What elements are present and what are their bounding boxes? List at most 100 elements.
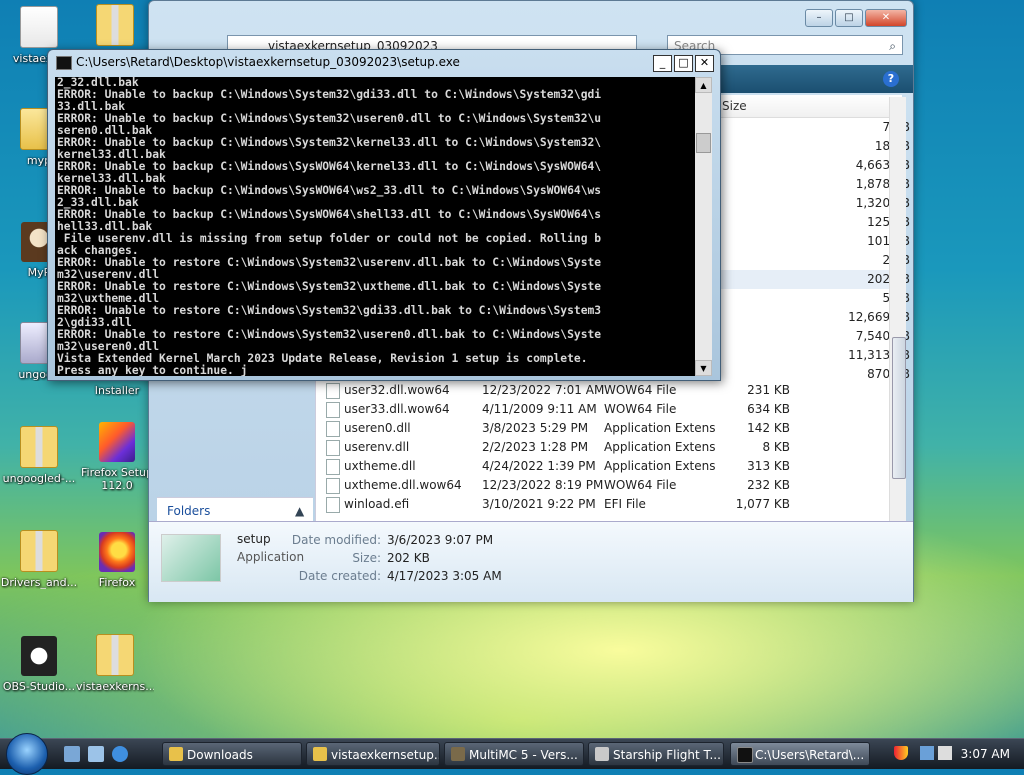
security-shield-icon[interactable] bbox=[894, 746, 908, 760]
details-modified-value: 3/6/2023 9:07 PM bbox=[387, 533, 494, 547]
console-icon bbox=[737, 747, 753, 763]
file-date: 3/10/2021 9:22 PM bbox=[482, 497, 596, 511]
file-icon bbox=[326, 383, 340, 399]
zip-folder-icon bbox=[96, 4, 134, 46]
firefox-setup-icon bbox=[99, 422, 135, 462]
file-name: user32.dll.wow64 bbox=[344, 383, 450, 397]
console-close-button[interactable]: ✕ bbox=[695, 55, 714, 72]
taskbar-item-multimc[interactable]: MultiMC 5 - Vers... bbox=[444, 742, 584, 766]
console-scrollbar[interactable]: ▲ ▼ bbox=[695, 77, 712, 376]
taskbar: Downloads vistaexkernsetup... MultiMC 5 … bbox=[0, 733, 1024, 775]
scroll-up-icon[interactable]: ▲ bbox=[695, 77, 712, 93]
table-row[interactable]: userenv.dll 2/2/2023 1:28 PM Application E… bbox=[316, 438, 902, 457]
show-desktop-icon[interactable] bbox=[64, 746, 80, 762]
details-size-label: Size: bbox=[352, 551, 381, 565]
zip-folder-icon bbox=[96, 634, 134, 676]
file-name: userenv.dll bbox=[344, 440, 410, 454]
file-date: 12/23/2022 8:19 PM bbox=[482, 478, 604, 492]
file-date: 12/23/2022 7:01 AM bbox=[482, 383, 605, 397]
close-button[interactable]: ✕ bbox=[865, 9, 907, 27]
zip-folder-icon bbox=[20, 426, 58, 468]
file-size: 231 KB bbox=[747, 383, 790, 397]
console-output[interactable]: 2_32.dll.bak ERROR: Unable to backup C:\… bbox=[55, 77, 695, 376]
file-type: EFI File bbox=[604, 497, 646, 511]
file-type: Application Extens... bbox=[604, 440, 716, 454]
column-size[interactable]: Size bbox=[722, 99, 747, 113]
maximize-button[interactable]: □ bbox=[835, 9, 863, 27]
console-text: 2_32.dll.bak ERROR: Unable to backup C:\… bbox=[55, 77, 695, 376]
file-size: 142 KB bbox=[747, 421, 790, 435]
desktop-icon-vistaexkerns[interactable]: vistaexkerns... bbox=[76, 634, 154, 693]
table-row[interactable]: winload.efi 3/10/2021 9:22 PM EFI File 1,07… bbox=[316, 495, 902, 514]
console-scrollbar-thumb[interactable] bbox=[696, 133, 711, 153]
desktop-icon-firefox-setup[interactable]: Firefox Setup 112.0 bbox=[78, 422, 156, 492]
desktop-icon-firefox[interactable]: Firefox bbox=[78, 532, 156, 589]
file-size: 232 KB bbox=[747, 478, 790, 492]
file-list-scrollbar[interactable] bbox=[889, 97, 906, 521]
details-created-value: 4/17/2023 3:05 AM bbox=[387, 569, 502, 583]
desktop-icon-ungoogled[interactable]: ungoogled-... bbox=[0, 426, 78, 485]
switch-windows-icon[interactable] bbox=[88, 746, 104, 762]
file-thumbnail bbox=[161, 534, 221, 582]
folders-toggle[interactable]: Folders ▲ bbox=[157, 497, 313, 522]
network-icon[interactable] bbox=[920, 746, 934, 760]
multimc-icon bbox=[451, 747, 465, 761]
file-icon bbox=[20, 6, 58, 48]
minimize-button[interactable]: – bbox=[805, 9, 833, 27]
table-row[interactable]: useren0.dll 3/8/2023 5:29 PM Application E… bbox=[316, 419, 902, 438]
browser-icon bbox=[595, 747, 609, 761]
console-window-buttons: _ □ ✕ bbox=[653, 55, 714, 72]
details-created-label: Date created: bbox=[298, 569, 381, 583]
console-minimize-button[interactable]: _ bbox=[653, 55, 672, 72]
explorer-window-buttons: – □ ✕ bbox=[805, 9, 907, 27]
console-maximize-button[interactable]: □ bbox=[674, 55, 693, 72]
table-row[interactable]: uxtheme.dll 4/24/2022 1:39 PM Application … bbox=[316, 457, 902, 476]
file-type: WOW64 File bbox=[604, 478, 677, 492]
file-type: Application Extens... bbox=[604, 421, 716, 435]
file-size: 8 KB bbox=[762, 440, 790, 454]
scroll-down-icon[interactable]: ▼ bbox=[695, 360, 712, 376]
file-name: useren0.dll bbox=[344, 421, 411, 435]
console-icon bbox=[56, 56, 72, 70]
chevron-up-icon: ▲ bbox=[295, 504, 305, 518]
file-icon bbox=[326, 459, 340, 475]
console-window[interactable]: C:\Users\Retard\Desktop\vistaexkernsetup… bbox=[47, 49, 721, 381]
table-row[interactable]: user32.dll.wow64 12/23/2022 7:01 AM WOW64 … bbox=[316, 381, 902, 400]
firefox-icon bbox=[99, 532, 135, 572]
file-size: 313 KB bbox=[747, 459, 790, 473]
console-line: Press any key to continue. j bbox=[57, 364, 248, 377]
file-name: user33.dll.wow64 bbox=[344, 402, 450, 416]
console-title: C:\Users\Retard\Desktop\vistaexkernsetup… bbox=[76, 55, 460, 69]
desktop-icon-drivers[interactable]: Drivers_and... bbox=[0, 530, 78, 589]
desktop-icon-zip[interactable] bbox=[76, 4, 154, 50]
file-icon bbox=[326, 440, 340, 456]
table-row[interactable]: uxtheme.dll.wow64 12/23/2022 8:19 PM WOW64… bbox=[316, 476, 902, 495]
internet-explorer-icon[interactable] bbox=[112, 746, 128, 762]
help-icon[interactable]: ? bbox=[883, 71, 899, 87]
folder-icon bbox=[169, 747, 183, 761]
system-tray: 3:07 AM bbox=[880, 739, 1024, 769]
file-size: 634 KB bbox=[747, 402, 790, 416]
taskbar-item-starship[interactable]: Starship Flight T... bbox=[588, 742, 724, 766]
file-name: uxtheme.dll bbox=[344, 459, 416, 473]
file-icon bbox=[326, 402, 340, 418]
taskbar-item-downloads[interactable]: Downloads bbox=[162, 742, 302, 766]
clock[interactable]: 3:07 AM bbox=[961, 747, 1010, 761]
volume-muted-icon[interactable] bbox=[938, 746, 952, 760]
console-line: ERROR: Unable to restore C:\Windows\Syst… bbox=[57, 304, 602, 317]
file-type: Application Extens... bbox=[604, 459, 716, 473]
file-icon bbox=[326, 421, 340, 437]
file-icon bbox=[326, 497, 340, 513]
desktop-icon-obs[interactable]: OBS-Studio... bbox=[0, 636, 78, 693]
taskbar-item-vistaexkernsetup[interactable]: vistaexkernsetup... bbox=[306, 742, 440, 766]
table-row[interactable]: user33.dll.wow64 4/11/2009 9:11 AM WOW64 F… bbox=[316, 400, 902, 419]
start-button[interactable] bbox=[6, 733, 48, 775]
scrollbar-thumb[interactable] bbox=[892, 337, 906, 479]
folders-label: Folders bbox=[167, 504, 211, 518]
file-date: 3/8/2023 5:29 PM bbox=[482, 421, 589, 435]
file-icon bbox=[326, 478, 340, 494]
visible-rows: user32.dll.wow64 12/23/2022 7:01 AM WOW64 … bbox=[316, 381, 902, 514]
console-line: ERROR: Unable to backup C:\Windows\Syste… bbox=[57, 88, 602, 101]
details-size-value: 202 KB bbox=[387, 551, 430, 565]
taskbar-item-console[interactable]: C:\Users\Retard\... bbox=[730, 742, 870, 766]
